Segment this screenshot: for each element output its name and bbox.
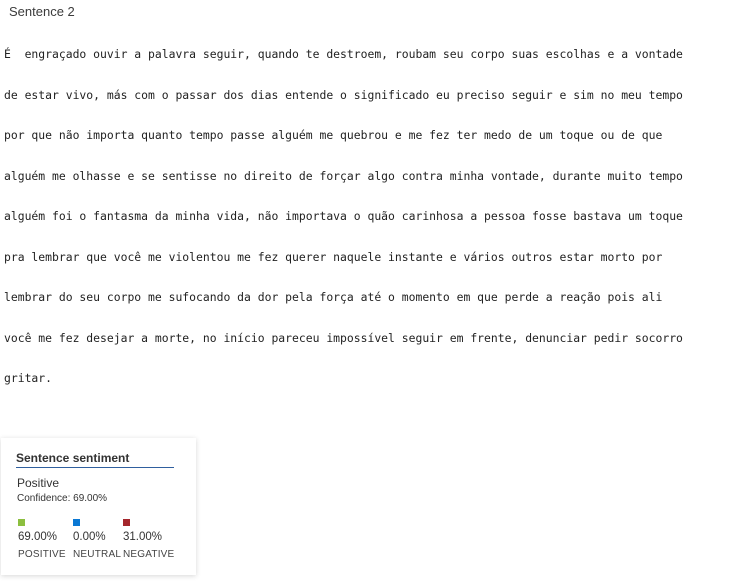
sentence-line: você me fez desejar a morte, no início p… xyxy=(4,330,683,345)
score-name: NEGATIVE xyxy=(123,549,175,560)
sentence-line: alguém me olhasse e se sentisse no direi… xyxy=(4,168,683,183)
sentiment-label: Positive xyxy=(17,476,60,490)
sentence-line: de estar vivo, más com o passar dos dias… xyxy=(4,87,683,102)
page: Sentence 2 É engraçado ouvir a palavra s… xyxy=(0,0,732,581)
neutral-swatch-icon xyxy=(73,519,80,526)
score-positive: 69.00% POSITIVE xyxy=(18,519,78,560)
sentence-title: Sentence 2 xyxy=(9,4,75,19)
sentence-sentiment-card: Sentence sentiment Positive Confidence: … xyxy=(1,438,196,575)
sentiment-card-title: Sentence sentiment xyxy=(16,451,174,468)
sentence-line: por que não importa quanto tempo passe a… xyxy=(4,128,663,142)
sentence-line: É engraçado ouvir a palavra seguir, quan… xyxy=(4,47,683,61)
score-value: 31.00% xyxy=(123,531,163,543)
sentiment-confidence: Confidence: 69.00% xyxy=(17,493,108,504)
sentence-line: alguém foi o fantasma da minha vida, não… xyxy=(4,209,683,223)
score-negative: 31.00% NEGATIVE xyxy=(123,519,183,560)
sentence-text: É engraçado ouvir a palavra seguir, quan… xyxy=(4,44,724,409)
sentence-line: gritar. xyxy=(4,371,53,385)
sentence-line: pra lembrar que você me violentou me fez… xyxy=(4,249,663,264)
sentence-line: lembrar do seu corpo me sufocando da dor… xyxy=(4,290,663,304)
positive-swatch-icon xyxy=(18,519,25,526)
score-value: 69.00% xyxy=(18,531,58,543)
score-name: POSITIVE xyxy=(18,549,66,560)
negative-swatch-icon xyxy=(123,519,130,526)
